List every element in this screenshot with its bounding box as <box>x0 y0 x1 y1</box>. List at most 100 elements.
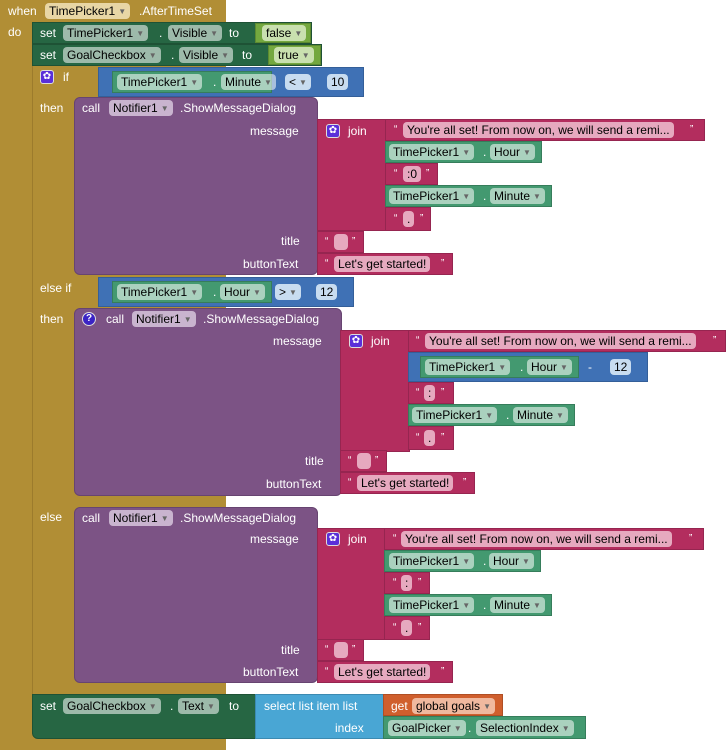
hour-property-dropdown[interactable]: Hour ▼ <box>489 553 534 569</box>
number-field[interactable]: 12 <box>610 359 632 375</box>
dot-label: . <box>213 285 217 299</box>
gear-icon[interactable]: ✿ <box>326 124 340 138</box>
hour-component-dropdown[interactable]: TimePicker1 ▼ <box>389 144 475 160</box>
minute-property-dropdown[interactable]: Minute ▼ <box>490 188 545 204</box>
gear-icon[interactable]: ✿ <box>40 70 54 84</box>
text-field[interactable]: You're all set! From now on, we will sen… <box>425 333 696 349</box>
operator-dropdown[interactable]: < ▼ <box>285 74 311 90</box>
text-field[interactable] <box>334 234 348 250</box>
minute-property-value: Minute <box>494 189 531 203</box>
gear-icon[interactable]: ✿ <box>326 532 340 546</box>
text-field[interactable]: . <box>424 430 436 446</box>
quote-close: ” <box>690 124 694 135</box>
text-field[interactable]: : <box>424 385 436 401</box>
hour-property-dropdown[interactable]: Hour ▼ <box>490 144 535 160</box>
set1-component-value: TimePicker1 <box>67 26 134 40</box>
minute-property-dropdown[interactable]: Minute ▼ <box>513 407 568 423</box>
notifier-value: Notifier1 <box>136 312 181 326</box>
cond1-component-dropdown[interactable]: TimePicker1 ▼ <box>117 74 203 90</box>
set3-component-dropdown[interactable]: GoalCheckbox ▼ <box>63 698 161 714</box>
operator-dropdown[interactable]: > ▼ <box>275 284 301 300</box>
set2-component-dropdown[interactable]: GoalCheckbox ▼ <box>63 47 161 63</box>
chevron-down-icon: ▼ <box>462 191 471 201</box>
dot-label: . <box>483 145 487 159</box>
gear-icon[interactable]: ✿ <box>349 334 363 348</box>
set2-property-dropdown[interactable]: Visible ▼ <box>179 47 234 63</box>
cond2-component-dropdown[interactable]: TimePicker1 ▼ <box>117 284 203 300</box>
text-field[interactable]: You're all set! From now on, we will sen… <box>401 531 672 547</box>
hour-component-dropdown[interactable]: TimePicker1 ▼ <box>389 553 475 569</box>
else-if-label: else if <box>40 281 72 295</box>
boolean-dropdown[interactable]: true ▼ <box>274 47 314 63</box>
quote-close: ” <box>352 236 356 247</box>
cond2-component-value: TimePicker1 <box>121 285 188 299</box>
chevron-down-icon: ▼ <box>207 701 215 711</box>
text-field[interactable]: Let's get started! <box>334 256 431 272</box>
join-label: join <box>348 532 367 546</box>
quote-close: ” <box>352 644 356 655</box>
chevron-down-icon: ▼ <box>190 287 199 297</box>
index-component-dropdown[interactable]: GoalPicker ▼ <box>388 720 466 736</box>
quote-open: “ <box>416 387 420 398</box>
text-field[interactable] <box>334 642 348 658</box>
quote-open: “ <box>348 455 352 466</box>
cond2-property-value: Hour <box>224 285 251 299</box>
hour-component-value: TimePicker1 <box>393 554 460 568</box>
number-field[interactable]: 12 <box>316 284 338 300</box>
get-label: get <box>391 699 408 713</box>
quote-open: “ <box>393 577 397 588</box>
chevron-down-icon: ▼ <box>301 50 310 60</box>
variable-dropdown[interactable]: global goals ▼ <box>412 698 495 714</box>
notifier-dropdown[interactable]: Notifier1 ▼ <box>109 510 173 526</box>
cond1-property-dropdown[interactable]: Minute ▼ <box>221 74 276 90</box>
chevron-down-icon: ▼ <box>148 701 157 711</box>
method-name: .ShowMessageDialog <box>203 312 320 326</box>
text-field[interactable]: . <box>403 211 415 227</box>
dot-label: . <box>159 26 163 40</box>
hour-component-dropdown[interactable]: TimePicker1 ▼ <box>425 359 511 375</box>
quote-open: “ <box>393 533 397 544</box>
set3-property-dropdown[interactable]: Text ▼ <box>178 698 219 714</box>
text-field[interactable]: : <box>401 575 413 591</box>
event-component-dropdown[interactable]: TimePicker1 ▼ <box>45 3 131 19</box>
dot-label: . <box>170 699 174 713</box>
number-field[interactable]: 10 <box>327 74 349 90</box>
title-label: title <box>281 643 300 657</box>
chevron-down-icon: ▼ <box>136 28 145 38</box>
hour-property-dropdown[interactable]: Hour ▼ <box>527 359 572 375</box>
set1-property-dropdown[interactable]: Visible ▼ <box>168 25 223 41</box>
then-label: then <box>40 101 64 115</box>
text-field[interactable]: Let's get started! <box>334 664 431 680</box>
when-label: when <box>8 4 37 18</box>
quote-close: ” <box>441 666 445 677</box>
notifier-dropdown[interactable]: Notifier1 ▼ <box>109 100 173 116</box>
question-icon[interactable]: ? <box>82 312 96 326</box>
event-component-value: TimePicker1 <box>49 4 116 18</box>
minute-component-dropdown[interactable]: TimePicker1 ▼ <box>389 597 475 613</box>
to-label: to <box>229 26 240 40</box>
boolean-dropdown[interactable]: false ▼ <box>262 25 307 41</box>
quote-open: “ <box>394 124 398 135</box>
minute-property-dropdown[interactable]: Minute ▼ <box>490 597 545 613</box>
operator-value: > <box>279 285 287 299</box>
chevron-down-icon: ▼ <box>533 191 541 201</box>
quote-close: ” <box>418 577 422 588</box>
text-field[interactable]: Let's get started! <box>357 475 454 491</box>
minute-component-dropdown[interactable]: TimePicker1 ▼ <box>389 188 475 204</box>
index-component-value: GoalPicker <box>392 721 451 735</box>
minute-component-dropdown[interactable]: TimePicker1 ▼ <box>412 407 498 423</box>
variable-value: global goals <box>416 699 481 713</box>
buttontext-label: buttonText <box>243 257 299 271</box>
notifier-dropdown[interactable]: Notifier1 ▼ <box>132 311 196 327</box>
text-field[interactable]: You're all set! From now on, we will sen… <box>403 122 674 138</box>
cond2-property-dropdown[interactable]: Hour ▼ <box>220 284 265 300</box>
set1-component-dropdown[interactable]: TimePicker1 ▼ <box>63 25 149 41</box>
chevron-down-icon: ▼ <box>221 50 230 60</box>
index-property-dropdown[interactable]: SelectionIndex ▼ <box>476 720 574 736</box>
text-field[interactable] <box>357 453 371 469</box>
chevron-down-icon: ▼ <box>556 410 564 420</box>
quote-open: “ <box>348 477 352 488</box>
message-label: message <box>273 334 322 348</box>
text-field[interactable]: :0 <box>403 166 422 182</box>
text-field[interactable]: . <box>401 620 413 636</box>
